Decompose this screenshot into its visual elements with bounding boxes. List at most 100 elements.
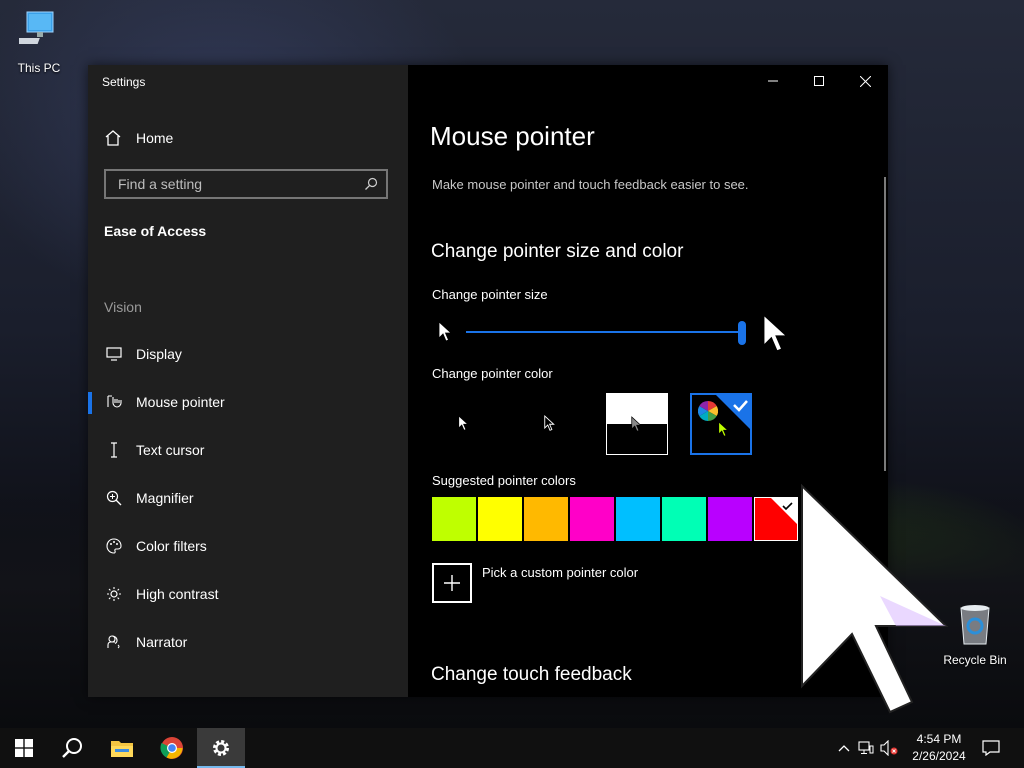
chrome-icon: [160, 737, 183, 759]
swatch-sky-blue[interactable]: [616, 497, 660, 541]
mouse-pointer-icon: [104, 392, 124, 412]
section-heading: Ease of Access: [104, 223, 207, 239]
suggested-colors-label: Suggested pointer colors: [432, 473, 576, 488]
pointer-size-slider-thumb[interactable]: [738, 321, 746, 345]
black-pointer-icon: [544, 415, 555, 431]
notification-icon: [982, 740, 1000, 756]
network-icon[interactable]: [858, 741, 874, 755]
white-pointer-icon: [458, 415, 469, 431]
sidebar-item-text-cursor[interactable]: Text cursor: [88, 430, 408, 470]
maximize-icon: [814, 76, 824, 86]
desktop-icon-label: This PC: [17, 61, 61, 75]
computer-icon: [4, 10, 74, 57]
pointer-color-inverted[interactable]: [606, 393, 668, 455]
taskbar: 4:54 PM 2/26/2024: [0, 728, 1024, 768]
desktop-icon-this-pc[interactable]: This PC: [4, 10, 74, 75]
chevron-up-icon[interactable]: [838, 744, 850, 752]
pointer-size-slider-track[interactable]: [466, 331, 742, 333]
notifications-button[interactable]: [982, 728, 1002, 768]
start-button[interactable]: [0, 728, 48, 768]
small-pointer-icon: [438, 321, 453, 342]
window-caption-buttons: [750, 65, 888, 97]
sidebar-item-narrator[interactable]: Narrator: [88, 622, 408, 662]
section-heading-size-color: Change pointer size and color: [431, 241, 684, 262]
page-description: Make mouse pointer and touch feedback ea…: [432, 177, 749, 192]
system-tray: [838, 728, 898, 768]
sidebar-item-label: High contrast: [136, 586, 219, 602]
search-icon[interactable]: [364, 177, 378, 191]
monitor-icon: [104, 344, 124, 364]
inverted-pointer-icon: [631, 416, 642, 432]
swatch-lime[interactable]: [432, 497, 476, 541]
custom-pointer-icon: [718, 421, 729, 437]
pointer-color-white[interactable]: [432, 393, 494, 455]
close-icon: [859, 75, 871, 87]
windows-logo-icon: [15, 739, 33, 757]
recycle-bin-icon: [940, 602, 1010, 649]
sidebar-item-magnifier[interactable]: Magnifier: [88, 478, 408, 518]
large-pointer-icon: [763, 313, 788, 352]
sidebar-item-high-contrast[interactable]: High contrast: [88, 574, 408, 614]
maximize-button[interactable]: [796, 65, 842, 97]
minimize-button[interactable]: [750, 65, 796, 97]
magnifier-icon: [104, 488, 124, 508]
sidebar-item-display[interactable]: Display: [88, 334, 408, 374]
swatch-red[interactable]: [754, 497, 798, 541]
sidebar-item-mouse-pointer[interactable]: Mouse pointer: [88, 382, 408, 422]
sidebar-item-label: Text cursor: [136, 442, 205, 458]
search-input[interactable]: [116, 175, 350, 193]
search-icon: [62, 738, 82, 758]
palette-icon: [104, 536, 124, 556]
pointer-size-label: Change pointer size: [432, 287, 548, 302]
mouse-pointer-cursor: [801, 484, 949, 714]
swatch-gold[interactable]: [524, 497, 568, 541]
taskbar-clock[interactable]: 4:54 PM 2/26/2024: [906, 731, 972, 765]
color-wheel-icon: [698, 401, 718, 421]
desktop-icon-label: Recycle Bin: [943, 653, 1007, 667]
sidebar-home[interactable]: Home: [104, 129, 173, 147]
sidebar-item-label: Narrator: [136, 634, 188, 650]
page-title: Mouse pointer: [430, 121, 595, 151]
swatch-pink[interactable]: [570, 497, 614, 541]
settings-window: Settings Home Ease of Access Vision Disp…: [88, 65, 888, 697]
clock-time: 4:54 PM: [916, 732, 962, 746]
pointer-color-label: Change pointer color: [432, 366, 553, 381]
home-icon: [105, 130, 121, 146]
sun-icon: [104, 584, 124, 604]
swatch-purple[interactable]: [708, 497, 752, 541]
sidebar-item-label: Mouse pointer: [136, 394, 225, 410]
swatch-yellow[interactable]: [478, 497, 522, 541]
content-scrollbar[interactable]: [884, 177, 886, 471]
selected-check-icon: [771, 498, 797, 524]
pointer-color-custom[interactable]: [690, 393, 752, 455]
clock-date: 2/26/2024: [912, 749, 966, 763]
sidebar-item-label: Magnifier: [136, 490, 194, 506]
sidebar-home-label: Home: [136, 130, 174, 146]
sidebar-item-label: Display: [136, 346, 182, 362]
taskbar-chrome[interactable]: [148, 728, 196, 768]
swatch-aqua[interactable]: [662, 497, 706, 541]
custom-color-label[interactable]: Pick a custom pointer color: [482, 565, 638, 580]
sidebar-item-label: Color filters: [136, 538, 207, 554]
search-box[interactable]: [104, 169, 388, 199]
volume-muted-icon[interactable]: [880, 740, 898, 756]
gear-icon: [213, 740, 229, 756]
plus-icon: [444, 575, 460, 591]
close-button[interactable]: [842, 65, 888, 97]
desktop-icon-recycle-bin[interactable]: Recycle Bin: [940, 602, 1010, 667]
sidebar-item-color-filters[interactable]: Color filters: [88, 526, 408, 566]
taskbar-search-button[interactable]: [48, 728, 96, 768]
narrator-icon: [104, 632, 124, 652]
pointer-color-black[interactable]: [518, 393, 580, 455]
taskbar-settings[interactable]: [197, 728, 245, 768]
window-title: Settings: [102, 75, 146, 89]
custom-color-add-button[interactable]: [432, 563, 472, 603]
section-heading-touch: Change touch feedback: [431, 664, 632, 685]
group-heading: Vision: [104, 299, 142, 315]
text-cursor-icon: [104, 440, 124, 460]
settings-sidebar: Settings Home Ease of Access Vision Disp…: [88, 65, 408, 697]
minimize-icon: [768, 80, 778, 82]
folder-icon: [111, 741, 133, 757]
taskbar-file-explorer[interactable]: [98, 728, 146, 768]
suggested-colors-row: [432, 497, 800, 541]
